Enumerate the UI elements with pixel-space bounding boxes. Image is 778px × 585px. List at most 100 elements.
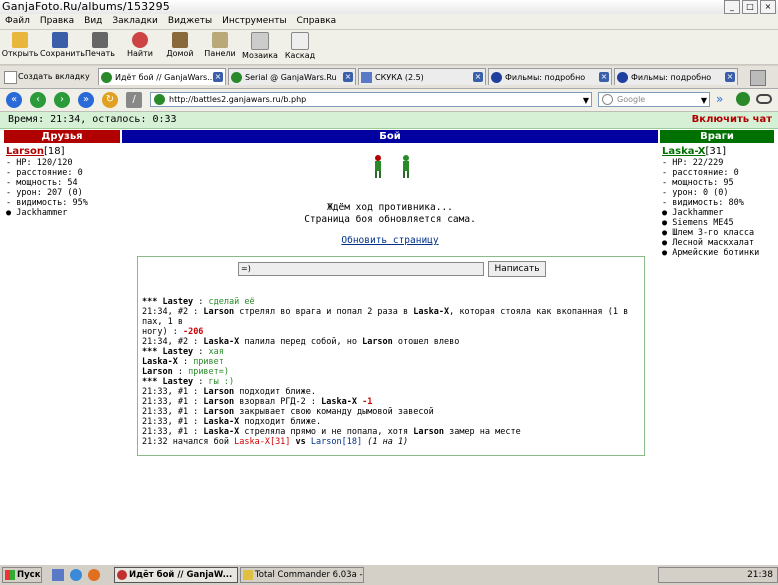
page-content: Время: 21:34, осталось: 0:33 Включить ча… <box>0 112 778 564</box>
friend-stat: - расстояние: 0 <box>6 168 83 178</box>
system-tray: 21:38 <box>658 567 778 583</box>
menu-view[interactable]: Вид <box>79 14 107 29</box>
browser-icon <box>117 570 127 580</box>
menu-help[interactable]: Справка <box>292 14 342 29</box>
enemy-item: ● Siemens ME45 <box>662 218 734 228</box>
battle-header: Бой <box>122 130 658 143</box>
globe-icon <box>617 72 628 83</box>
start-button[interactable]: Пуск <box>2 567 42 583</box>
tab-battle[interactable]: Идёт бой // GanjaWars... × <box>98 68 226 85</box>
taskbar-item-browser[interactable]: Идёт бой // GanjaW... <box>114 567 238 583</box>
enemy-stat: - мощность: 95 <box>662 178 734 188</box>
enemy-stat: - расстояние: 0 <box>662 168 739 178</box>
rewind-icon[interactable]: « <box>6 92 22 108</box>
friend-stat: - мощность: 54 <box>6 178 78 188</box>
log-line: 21:33, #1 : Laska-X подходит ближе. <box>142 417 322 427</box>
open-button[interactable]: Открыть <box>0 30 40 64</box>
find-button[interactable]: Найти <box>120 30 160 64</box>
menu-bar: Файл Правка Вид Закладки Виджеты Инструм… <box>0 14 778 30</box>
wait-line-2: Страница боя обновляется сама. <box>304 214 476 225</box>
close-tab-icon[interactable]: × <box>213 72 223 82</box>
quicklaunch-icon[interactable] <box>52 569 64 581</box>
enemy-item: ● Лесной маскхалат <box>662 238 755 248</box>
wait-line-1: Ждём ход противника... <box>327 202 453 213</box>
menu-widgets[interactable]: Виджеты <box>163 14 217 29</box>
search-input[interactable]: Google ▼ <box>598 92 710 107</box>
menu-bookmarks[interactable]: Закладки <box>107 14 163 29</box>
enemy-stat: - HP: 22/229 <box>662 158 724 168</box>
battle-figures <box>375 155 409 178</box>
send-button[interactable]: Написать <box>488 261 546 277</box>
reload-icon[interactable]: ↻ <box>102 92 118 108</box>
cascade-button[interactable]: Каскад <box>280 30 320 64</box>
folder-icon <box>12 32 28 48</box>
enemy-name-line: Laska-X[31] <box>662 146 776 158</box>
log-line: Laska-X : привет <box>142 357 224 367</box>
enemy-name[interactable]: Laska-X <box>662 146 706 157</box>
floppy-icon <box>52 32 68 48</box>
fast-forward-icon[interactable]: » <box>78 92 94 108</box>
close-icon[interactable]: × <box>760 0 776 14</box>
close-tab-icon[interactable]: × <box>343 72 353 82</box>
tab-films-2[interactable]: Фильмы: подробно × <box>614 68 738 85</box>
search-engine-icon <box>602 94 613 105</box>
tile-button[interactable]: Мозаика <box>240 30 280 64</box>
tab-films-1[interactable]: Фильмы: подробно × <box>488 68 612 85</box>
home-icon <box>172 32 188 48</box>
leaf-icon <box>231 72 242 83</box>
taskbar-item-total-commander[interactable]: Total Commander 6.03a - l... <box>240 567 364 583</box>
print-button[interactable]: Печать <box>80 30 120 64</box>
menu-tools[interactable]: Инструменты <box>217 14 291 29</box>
chevron-down-icon[interactable]: ▼ <box>583 94 589 107</box>
friend-name-line: Larson[18] <box>6 146 120 158</box>
page-icon <box>361 72 372 83</box>
edit-icon[interactable]: / <box>126 92 142 108</box>
more-icon[interactable]: » <box>716 92 723 106</box>
close-tab-icon[interactable]: × <box>599 72 609 82</box>
enemy-item: ● Армейские ботинки <box>662 248 760 258</box>
chat-input[interactable]: =) <box>238 262 484 276</box>
forward-icon[interactable]: › <box>54 92 70 108</box>
save-button[interactable]: Сохранить <box>40 30 85 64</box>
close-tab-icon[interactable]: × <box>473 72 483 82</box>
chevron-down-icon[interactable]: ▼ <box>701 94 707 107</box>
battle-timer: Время: 21:34, осталось: 0:33 <box>8 114 177 125</box>
window-title-bar: GanjaFoto.Ru/albums/153295 _ □ × <box>0 0 778 14</box>
tab-serial[interactable]: Serial @ GanjaWars.Ru × <box>228 68 356 85</box>
close-tab-icon[interactable]: × <box>725 72 735 82</box>
new-tab-button[interactable]: Создать вкладку <box>2 68 96 85</box>
refresh-page-link[interactable]: Обновить страницу <box>341 235 438 246</box>
friend-panel: Larson[18] - HP: 120/120 - расстояние: 0… <box>6 146 120 218</box>
back-icon[interactable]: ‹ <box>30 92 46 108</box>
panels-button[interactable]: Панели <box>200 30 240 64</box>
globe-icon <box>491 72 502 83</box>
log-line: *** Lastey : сделай её <box>142 297 255 307</box>
tile-icon <box>251 32 269 50</box>
maximize-icon[interactable]: □ <box>742 0 758 14</box>
address-input[interactable]: http://battles2.ganjawars.ru/b.php ▼ <box>150 92 592 107</box>
disk-icon <box>243 570 253 580</box>
battle-status-row: Время: 21:34, осталось: 0:33 Включить ча… <box>0 112 778 129</box>
menu-file[interactable]: Файл <box>0 14 35 29</box>
minimize-icon[interactable]: _ <box>724 0 740 14</box>
log-line: 21:33, #1 : Larson закрывает свою команд… <box>142 407 434 417</box>
tab-skuka[interactable]: СКУКА (2.5) × <box>358 68 486 85</box>
quicklaunch-icon[interactable] <box>70 569 82 581</box>
glasses-icon[interactable] <box>756 94 772 104</box>
friend-item: ● Jackhammer <box>6 208 68 218</box>
windows-logo-icon <box>5 570 15 580</box>
quicklaunch-icon[interactable] <box>88 569 100 581</box>
enable-chat-link[interactable]: Включить чат <box>692 112 772 128</box>
navigation-bar: « ‹ › » ↻ / http://battles2.ganjawars.ru… <box>0 89 778 112</box>
main-toolbar: Открыть Сохранить Печать Найти Домой Пан… <box>0 30 778 65</box>
friend-name[interactable]: Larson <box>6 146 44 157</box>
leaf-icon <box>154 94 165 105</box>
log-line: 21:33, #1 : Laska-X стреляла прямо и не … <box>142 427 521 437</box>
friend-stat: - видимость: 95% <box>6 198 88 208</box>
enemy-stat: - урон: 0 (0) <box>662 188 729 198</box>
menu-edit[interactable]: Правка <box>35 14 79 29</box>
home-button[interactable]: Домой <box>160 30 200 64</box>
friend-level: [18] <box>44 146 65 157</box>
leaf-icon[interactable] <box>736 92 750 106</box>
trash-icon[interactable] <box>750 70 766 86</box>
